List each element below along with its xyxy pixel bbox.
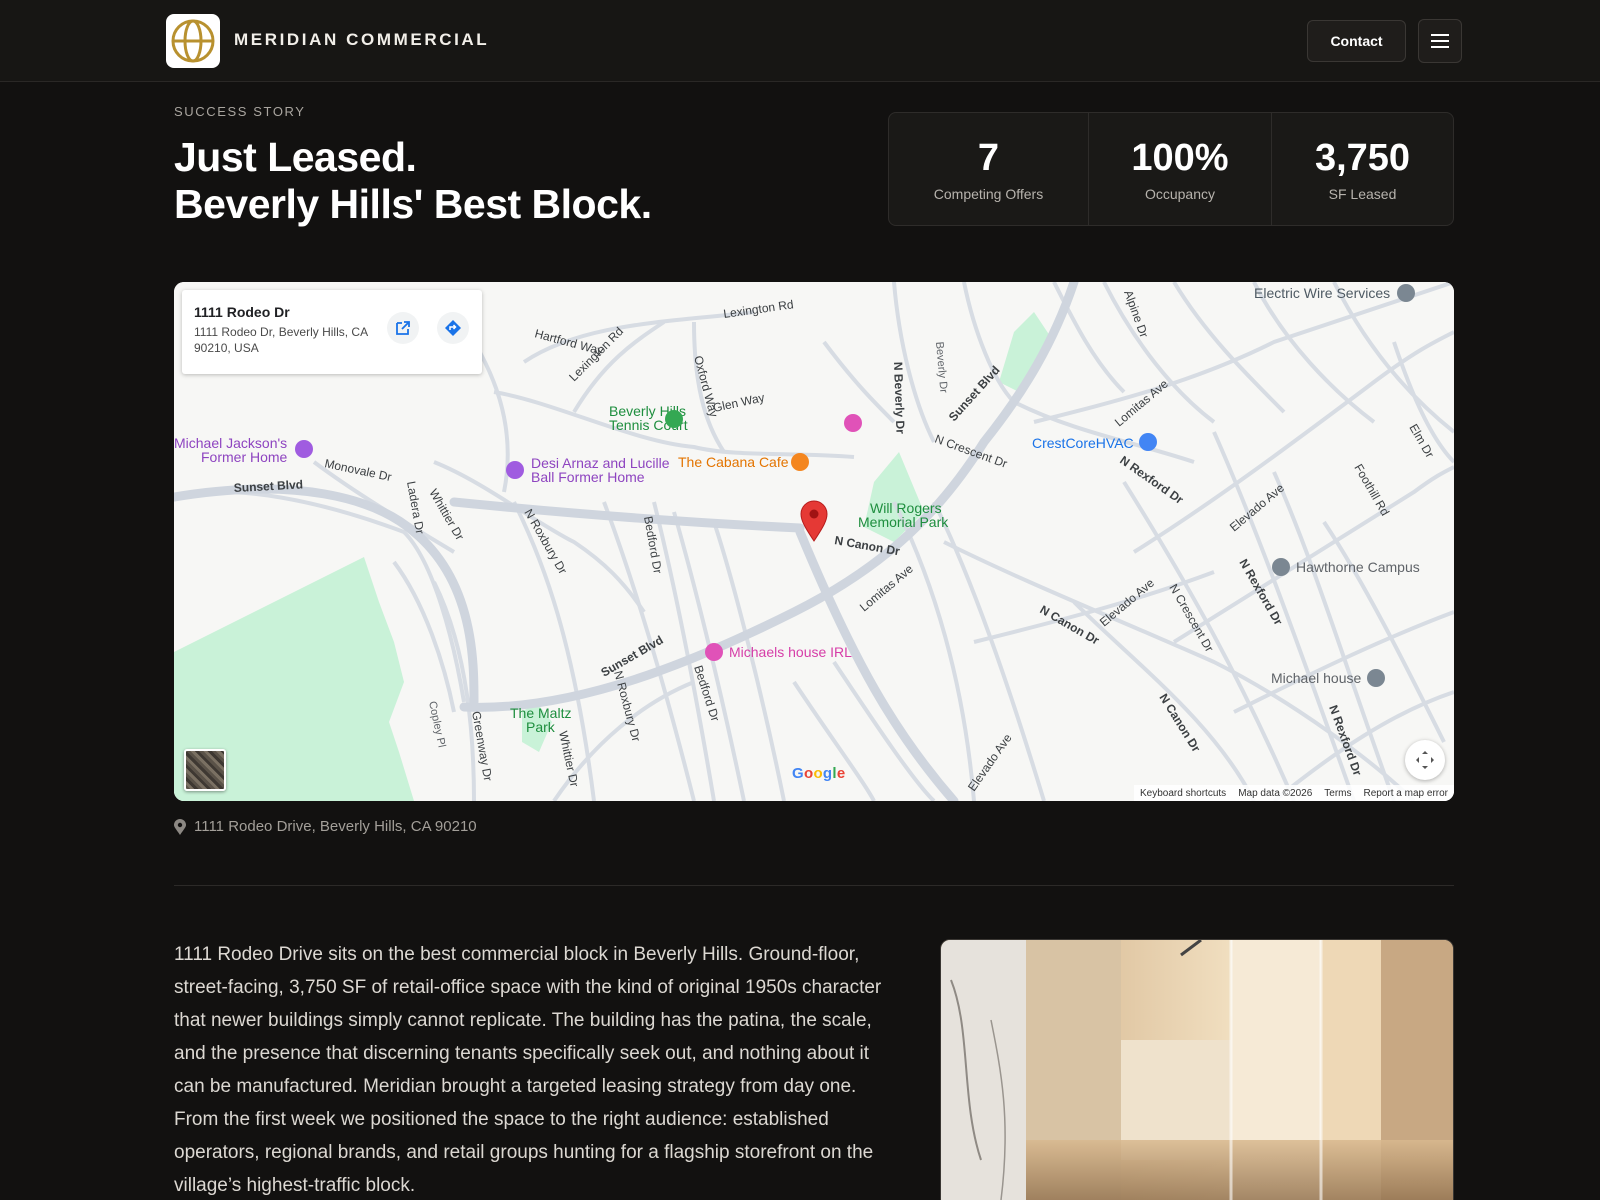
- stat-value: 100%: [1131, 137, 1229, 179]
- address-text: 1111 Rodeo Drive, Beverly Hills, CA 9021…: [194, 818, 477, 835]
- poi-label[interactable]: Former Home: [201, 449, 288, 465]
- poi-label[interactable]: Electric Wire Services: [1254, 285, 1390, 301]
- hamburger-menu-icon: [1431, 34, 1449, 48]
- title-line-1: Just Leased.: [174, 134, 417, 180]
- fullscreen-icon: [1416, 751, 1434, 769]
- logo[interactable]: [166, 14, 220, 68]
- report-error-link[interactable]: Report a map error: [1364, 788, 1448, 799]
- poi-pin[interactable]: [1272, 558, 1290, 576]
- map-data-label: Map data ©2026: [1238, 787, 1313, 799]
- stat-label: SF Leased: [1328, 186, 1397, 202]
- poi-pin[interactable]: [295, 440, 313, 458]
- poi-pin[interactable]: [1139, 433, 1157, 451]
- stats-panel: 7 Competing Offers 100% Occupancy 3,750 …: [888, 112, 1454, 226]
- poi-label[interactable]: Park: [526, 719, 556, 735]
- poi-label[interactable]: Hawthorne Campus: [1296, 559, 1420, 575]
- poi-pin[interactable]: [791, 453, 809, 471]
- stat-value: 3,750: [1314, 137, 1411, 179]
- poi-label[interactable]: Michaels house IRL: [729, 644, 852, 660]
- stat-label: Competing Offers: [933, 186, 1044, 202]
- poi-label[interactable]: Michael house: [1271, 670, 1361, 686]
- stat-competing-offers: 7 Competing Offers: [889, 113, 1089, 225]
- poi-label[interactable]: Ball Former Home: [531, 469, 645, 485]
- map-pin-icon: [174, 818, 186, 835]
- directions-button[interactable]: [437, 312, 469, 344]
- globe-icon: [171, 19, 215, 63]
- section-divider: [174, 885, 1454, 886]
- page-title: Just Leased. Beverly Hills' Best Block.: [174, 134, 652, 228]
- poi-pin[interactable]: [506, 461, 524, 479]
- poi-label[interactable]: Memorial Park: [858, 514, 949, 530]
- interior-photo-image: [941, 940, 1453, 1200]
- poi-pin[interactable]: [1397, 284, 1415, 302]
- stat-sf-leased: 3,750 SF Leased: [1272, 113, 1453, 225]
- place-info-card: 1111 Rodeo Dr 1111 Rodeo Dr, Beverly Hil…: [182, 290, 482, 374]
- poi-label[interactable]: The Cabana Cafe: [678, 454, 789, 470]
- map-footer: Keyboard shortcuts Map data ©2026 Terms …: [1134, 785, 1454, 801]
- poi-pin[interactable]: [665, 410, 683, 428]
- place-address: 1111 Rodeo Dr, Beverly Hills, CA 90210, …: [194, 325, 368, 355]
- poi-pin[interactable]: [844, 414, 862, 432]
- poi-pin[interactable]: [705, 643, 723, 661]
- satellite-toggle-button[interactable]: [184, 749, 226, 791]
- story-paragraph: 1111 Rodeo Drive sits on the best commer…: [174, 944, 882, 1196]
- address-line: 1111 Rodeo Drive, Beverly Hills, CA 9021…: [174, 818, 477, 835]
- title-line-2: Beverly Hills' Best Block.: [174, 181, 652, 227]
- location-map[interactable]: Lexington Rd Lexington Rd Hartford Way G…: [174, 282, 1454, 801]
- place-name: 1111 Rodeo Dr: [194, 304, 290, 320]
- interior-photo: [940, 939, 1454, 1200]
- open-in-maps-button[interactable]: [387, 312, 419, 344]
- poi-pin[interactable]: [1367, 669, 1385, 687]
- poi-label[interactable]: CrestCoreHVAC: [1032, 435, 1134, 451]
- stat-label: Occupancy: [1144, 186, 1216, 202]
- contact-button[interactable]: Contact: [1307, 20, 1406, 62]
- open-external-icon: [396, 321, 410, 335]
- keyboard-shortcuts-link[interactable]: Keyboard shortcuts: [1140, 788, 1226, 799]
- site-header: MERIDIAN COMMERCIAL Contact: [0, 0, 1600, 82]
- menu-button[interactable]: [1418, 19, 1462, 63]
- fullscreen-button[interactable]: [1405, 740, 1445, 780]
- directions-icon: [445, 320, 461, 336]
- street-label: N Beverly Dr: [891, 362, 908, 435]
- eyebrow-label: SUCCESS STORY: [174, 104, 306, 119]
- brand-name[interactable]: MERIDIAN COMMERCIAL: [234, 30, 489, 50]
- google-logo: Google: [792, 765, 846, 782]
- stat-occupancy: 100% Occupancy: [1089, 113, 1272, 225]
- stat-value: 7: [977, 137, 1000, 179]
- terms-link[interactable]: Terms: [1324, 788, 1351, 799]
